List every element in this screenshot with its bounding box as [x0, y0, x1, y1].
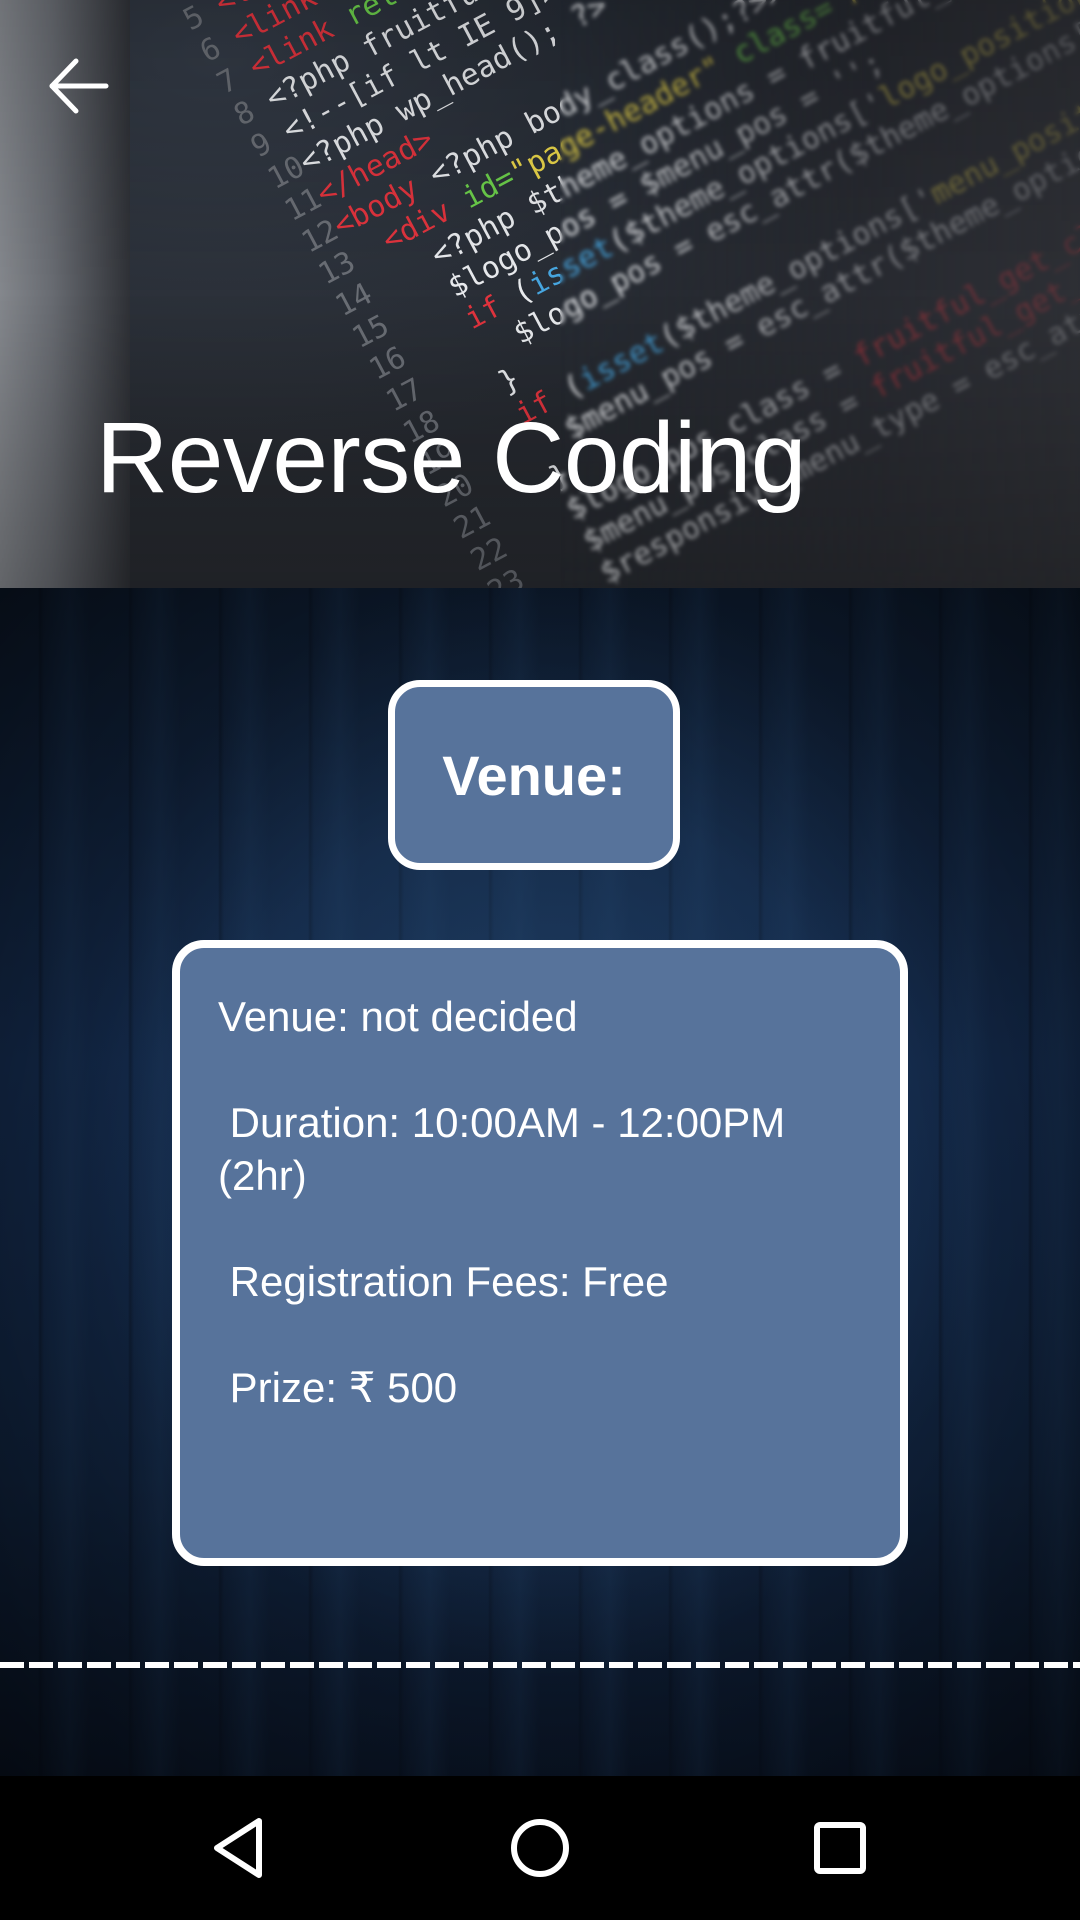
nav-back-button[interactable] — [190, 1798, 290, 1898]
page-title: Reverse Coding — [96, 402, 807, 514]
system-navigation-bar — [0, 1776, 1080, 1920]
nav-home-icon — [511, 1819, 569, 1877]
venue-heading-badge: Venue: — [388, 680, 680, 870]
nav-recents-icon — [814, 1822, 866, 1874]
dashed-divider — [0, 1662, 1080, 1668]
back-button[interactable] — [38, 46, 118, 126]
event-details-section: Venue: Venue: not decided Duration: 10:0… — [0, 588, 1080, 1776]
venue-heading-label: Venue: — [442, 743, 626, 807]
prize-text: Prize: ₹ 500 — [218, 1364, 458, 1411]
venue-text: Venue: not decided — [218, 993, 578, 1040]
duration-text: Duration: 10:00AM - 12:00PM (2hr) — [218, 1099, 797, 1199]
event-details-card: Venue: not decided Duration: 10:00AM - 1… — [172, 940, 908, 1566]
header-image: 1 <html language_attributes(); ?> 2 <hea… — [0, 0, 1080, 588]
nav-recents-button[interactable] — [790, 1798, 890, 1898]
registration-fees-text: Registration Fees: Free — [218, 1258, 669, 1305]
nav-home-button[interactable] — [490, 1798, 590, 1898]
nav-back-icon — [214, 1818, 262, 1878]
arrow-left-icon — [49, 58, 109, 114]
